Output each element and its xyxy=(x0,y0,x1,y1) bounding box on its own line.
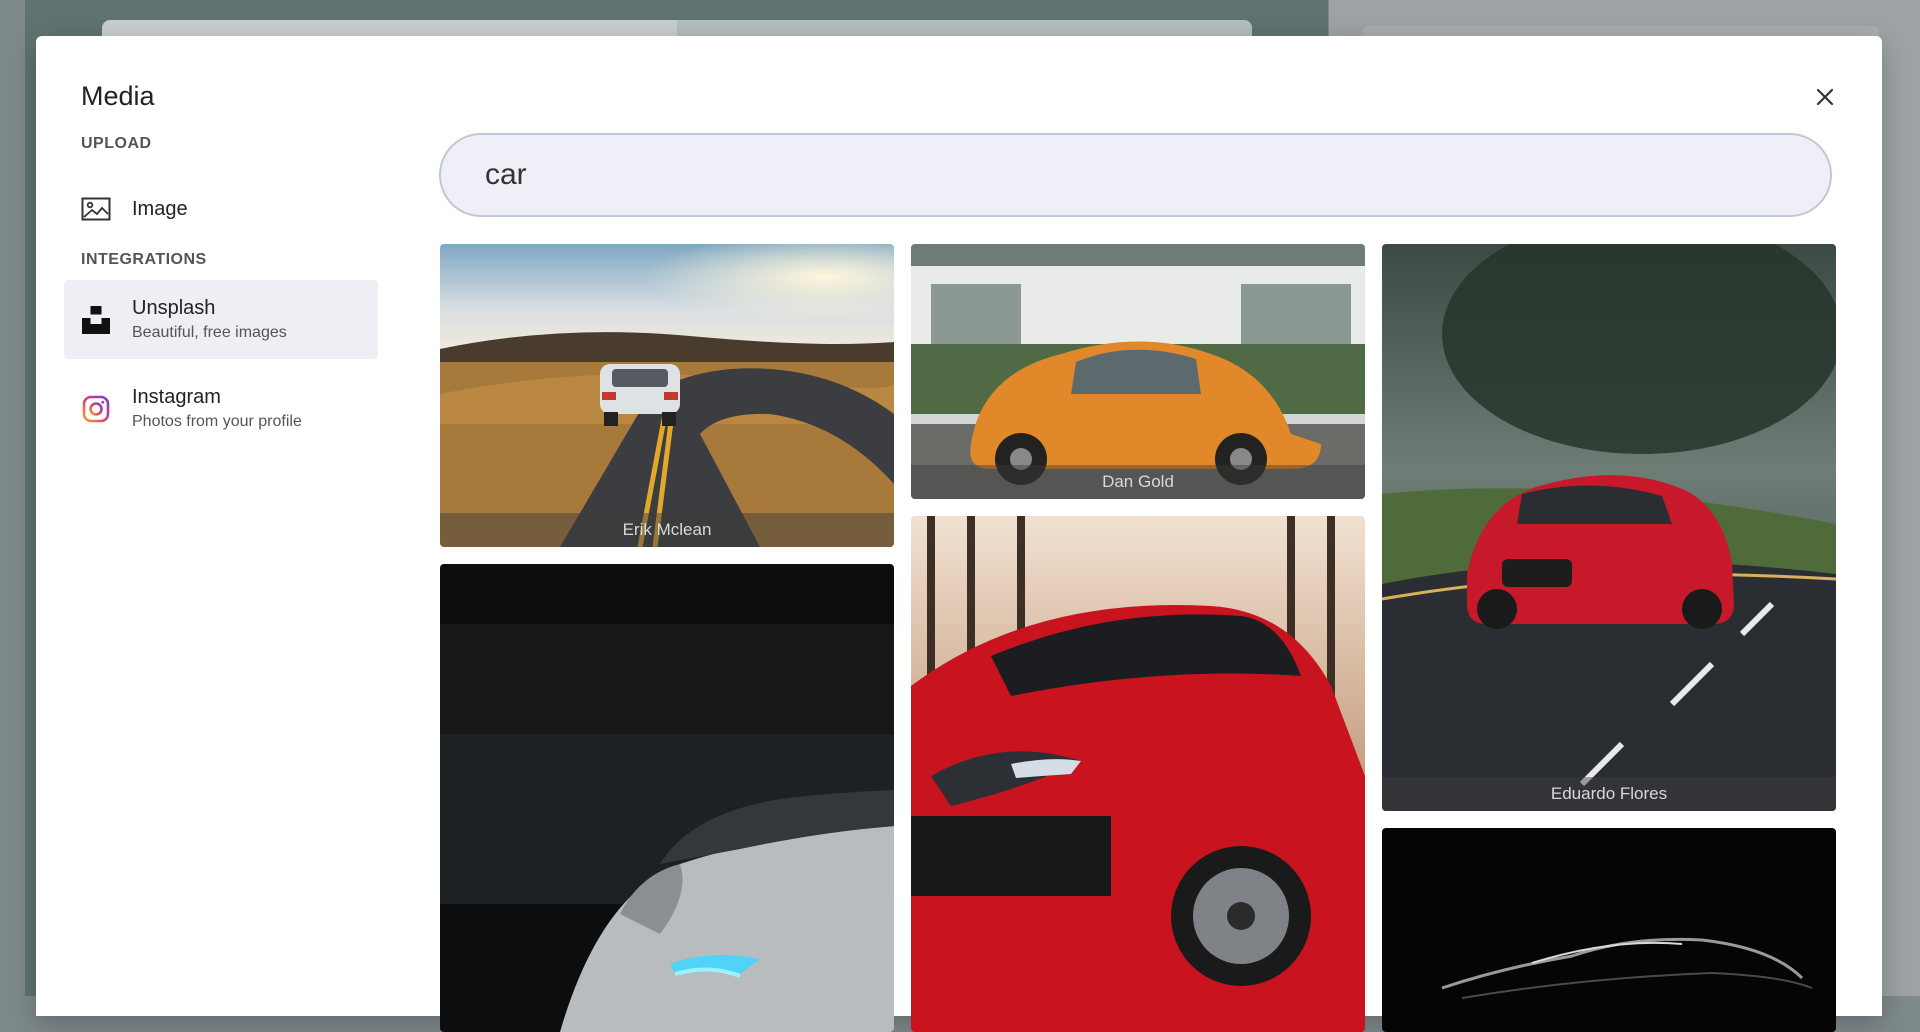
photo-result-5[interactable] xyxy=(911,516,1365,1032)
dark-car-headlight-image xyxy=(440,564,894,1032)
image-icon xyxy=(81,194,111,224)
sidebar-item-label: Instagram xyxy=(132,386,221,408)
sidebar-item-image[interactable]: Image xyxy=(64,179,378,239)
photo-result-3[interactable]: Eduardo Flores xyxy=(1382,244,1836,811)
modal-title: Media xyxy=(81,81,155,111)
photo-credit: Dan Gold xyxy=(911,465,1365,499)
sidebar-item-unsplash[interactable]: Unsplash Beautiful, free images xyxy=(64,280,378,359)
sidebar-item-subtitle: Beautiful, free images xyxy=(132,324,287,341)
sidebar-item-instagram[interactable]: Instagram Photos from your profile xyxy=(64,369,378,448)
search-input[interactable] xyxy=(439,133,1832,217)
photo-result-6[interactable] xyxy=(1382,828,1836,1032)
red-hatchback-image xyxy=(911,516,1365,1032)
sidebar-item-subtitle: Photos from your profile xyxy=(132,413,302,430)
car-silhouette-image xyxy=(1382,828,1836,1032)
close-button[interactable] xyxy=(1808,80,1842,114)
media-modal: Media UPLOAD Image INTEGRATIONS Unsplash… xyxy=(36,36,1882,1032)
sidebar-item-label: Image xyxy=(132,197,188,220)
integrations-section-label: INTEGRATIONS xyxy=(81,251,207,268)
photo-credit: Erik Mclean xyxy=(440,513,894,547)
orange-beetle-image xyxy=(911,244,1365,499)
close-icon xyxy=(1816,88,1834,106)
sidebar-item-label: Unsplash xyxy=(132,297,216,319)
photo-credit: Eduardo Flores xyxy=(1382,777,1836,811)
photo-result-4[interactable] xyxy=(440,564,894,1032)
unsplash-icon xyxy=(81,305,111,335)
red-sports-car-image xyxy=(1382,244,1836,811)
photo-result-1[interactable]: Erik Mclean xyxy=(440,244,894,547)
road-car-image xyxy=(440,244,894,547)
instagram-icon xyxy=(81,394,111,424)
photo-result-2[interactable]: Dan Gold xyxy=(911,244,1365,499)
upload-section-label: UPLOAD xyxy=(81,135,152,152)
